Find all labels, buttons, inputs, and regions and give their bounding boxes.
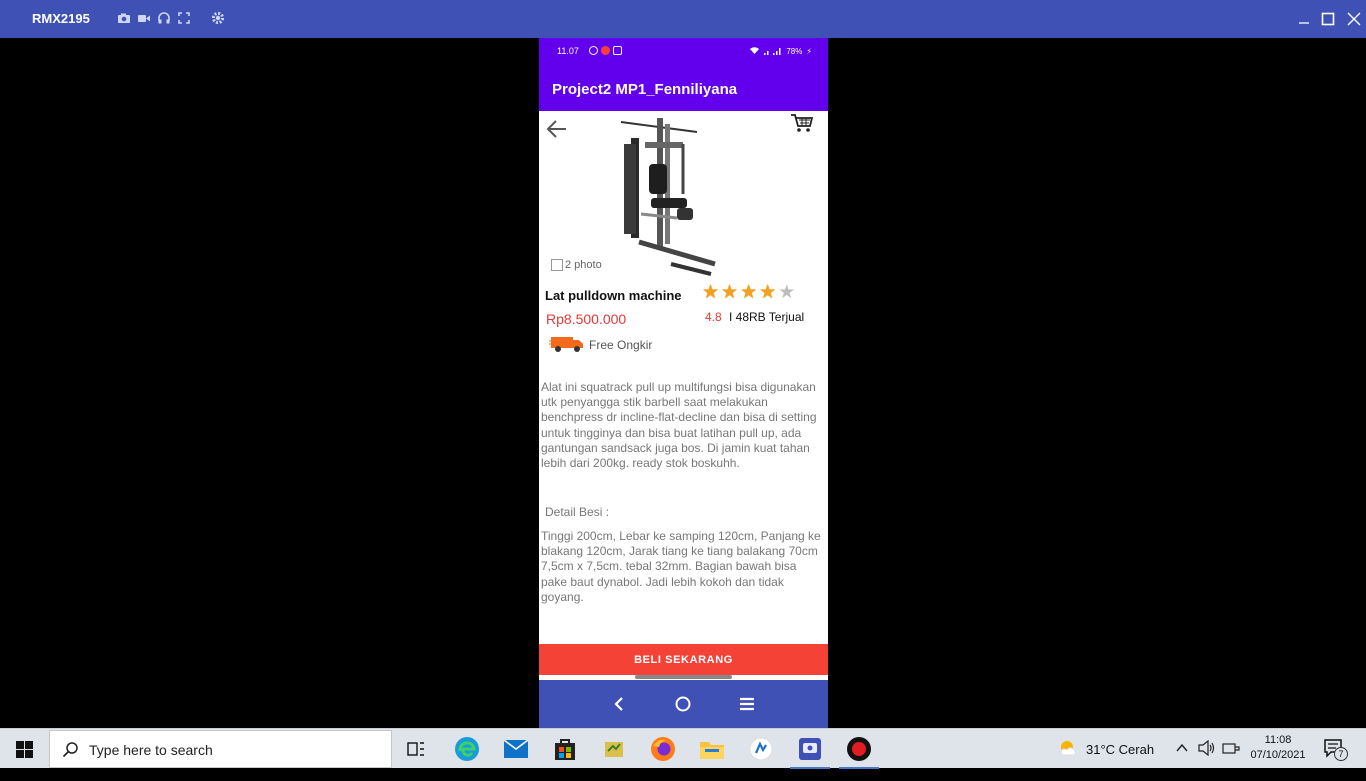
file-explorer-icon[interactable] [698,735,726,763]
taskbar-clock[interactable]: 11:08 07/10/2021 [1246,729,1310,769]
taskbar: Type here to search 31°C Cerah 11:08 07/… [0,728,1366,769]
battery-level: 78% [786,47,803,56]
video-icon[interactable] [137,11,151,25]
star-icon: ★ [759,282,777,303]
phone-screen: 11.07 78% ⚡ Project2 MP1_Fenniliyana 2 p… [539,38,828,728]
firefox-icon[interactable] [649,735,677,763]
network-icon[interactable] [1222,740,1240,780]
product-price: Rp8.500.000 [546,311,627,327]
minimize-button[interactable] [1293,8,1315,30]
close-button[interactable] [1343,8,1365,30]
sold-count: I 48RB Terjual [729,310,805,324]
signal-icon [764,47,782,57]
scrcpy-icon[interactable] [790,735,830,769]
headphones-icon[interactable] [157,11,171,25]
nav-home-icon[interactable] [673,694,693,714]
delivery-truck-icon [549,335,585,353]
mail-icon[interactable] [502,735,530,763]
buy-now-button[interactable]: BELI SEKARANG [539,644,828,675]
wifi-icon [749,46,760,57]
edge-browser-icon[interactable] [453,735,481,763]
product-image[interactable] [611,114,731,276]
fullscreen-icon[interactable] [177,11,191,25]
shop-icon [601,46,610,55]
rating-value: 4.8 [705,310,722,324]
nav-menu-icon[interactable] [737,694,757,714]
back-arrow-icon[interactable] [545,118,569,140]
whatsapp-icon [589,46,598,55]
star-icon: ★ [721,282,739,303]
photo-count: 2 photo [551,259,602,271]
screen-recorder-icon[interactable] [839,735,879,769]
android-nav-bar [539,680,828,728]
app-bar: Project2 MP1_Fenniliyana [539,67,828,111]
device-name: RMX2195 [32,11,90,26]
clock-date: 07/10/2021 [1250,749,1306,761]
notification-center-button[interactable]: 7 [1324,739,1350,761]
app-title: Project2 MP1_Fenniliyana [552,81,738,98]
weather-widget[interactable]: 31°C Cerah [1058,729,1154,769]
window-titlebar: RMX2195 [0,0,1366,38]
star-icon: ★ [702,282,720,303]
store-icon[interactable] [551,735,579,763]
rating-stars: ★ ★ ★ ★ ★ [702,283,795,303]
notification-badge: 7 [1334,747,1348,761]
image-icon [551,259,563,271]
product-detail: Tinggi 200cm, Lebar ke samping 120cm, Pa… [541,529,821,604]
status-bar: 11.07 78% ⚡ [539,38,828,67]
weather-text: 31°C Cerah [1086,741,1155,757]
star-empty-icon: ★ [778,282,796,303]
chevron-up-icon[interactable] [1175,741,1189,781]
scroll-indicator [635,675,732,679]
taskbar-search[interactable]: Type here to search [49,730,392,768]
toolbar [117,11,225,25]
shipping-label: Free Ongkir [589,338,653,352]
gear-icon[interactable] [211,11,225,25]
search-icon [62,741,80,759]
charging-icon: ⚡ [806,47,812,56]
camera-icon[interactable] [117,11,131,25]
volume-icon[interactable] [1198,739,1216,780]
app-icon[interactable] [747,735,775,763]
task-view-icon[interactable] [402,735,430,763]
product-name: Lat pulldown machine [545,288,682,303]
app-icon[interactable] [600,735,628,763]
search-placeholder: Type here to search [89,742,213,758]
status-time: 11.07 [557,46,579,56]
detail-title: Detail Besi : [545,505,610,519]
nav-back-icon[interactable] [609,694,629,714]
windows-start-button[interactable] [0,729,48,769]
product-description: Alat ini squatrack pull up multifungsi b… [541,380,817,471]
status-right: 78% ⚡ [749,46,812,57]
notification-icons [589,46,622,55]
instagram-icon [613,46,622,55]
sun-cloud-icon [1060,741,1076,756]
maximize-button[interactable] [1317,8,1339,30]
star-icon: ★ [740,282,758,303]
cart-icon[interactable] [790,112,814,134]
photo-count-label: 2 photo [565,259,602,271]
clock-time: 11:08 [1264,734,1292,746]
